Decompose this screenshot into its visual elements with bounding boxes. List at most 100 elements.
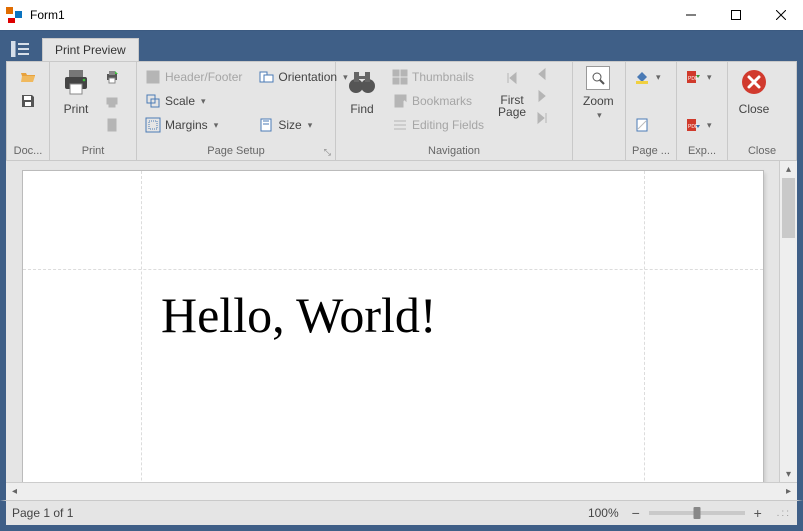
document-text: Hello, World! <box>161 286 437 344</box>
ribbon-tabstrip: Print Preview <box>6 37 797 61</box>
page-setup-small-button <box>100 114 124 136</box>
svg-text:PDF: PDF <box>688 76 698 82</box>
scroll-down-button[interactable]: ▾ <box>780 466 797 483</box>
scale-button[interactable]: Scale▾ <box>141 90 246 112</box>
close-window-button[interactable] <box>758 1 803 30</box>
horizontal-scrollbar[interactable]: ◂ ▸ <box>6 482 797 500</box>
margin-guide <box>141 171 142 483</box>
last-page-icon <box>534 110 550 126</box>
group-label-page-setup: Page Setup⤡ <box>137 142 335 160</box>
scroll-left-button[interactable]: ◂ <box>6 483 23 500</box>
group-label-close: Close <box>728 142 796 160</box>
svg-text:PDF: PDF <box>688 124 698 130</box>
app-menu-button[interactable] <box>6 37 34 61</box>
thumbnails-button: Thumbnails <box>388 66 488 88</box>
close-label: Close <box>739 102 770 116</box>
page-color-button[interactable]: ▾ <box>630 66 665 88</box>
open-button[interactable] <box>16 66 40 88</box>
folder-open-icon <box>20 69 36 85</box>
status-bar: Page 1 of 1 100% − + .:: <box>0 500 803 531</box>
scroll-up-button[interactable]: ▴ <box>780 161 797 178</box>
margins-button[interactable]: Margins ▾ <box>141 114 246 136</box>
group-label-page-background: Page ... <box>626 142 676 160</box>
bookmarks-label: Bookmarks <box>412 94 472 108</box>
size-label: Size <box>278 118 301 132</box>
binoculars-icon <box>346 66 378 98</box>
chevron-down-icon: ▾ <box>597 110 602 121</box>
maximize-button[interactable] <box>713 1 758 30</box>
print-options-button <box>100 90 124 112</box>
zoom-slider[interactable] <box>649 511 745 515</box>
chevron-down-icon: ▾ <box>707 72 712 83</box>
print-label: Print <box>64 102 89 116</box>
group-label-document: Doc... <box>7 142 49 160</box>
dialog-launcher-icon[interactable]: ⤡ <box>324 147 331 158</box>
scale-icon <box>145 93 161 109</box>
pdf-send-icon: PDF <box>685 117 701 133</box>
margin-guide <box>23 269 763 270</box>
tab-label: Print Preview <box>55 43 126 57</box>
group-label-navigation: Navigation <box>336 142 572 160</box>
watermark-button[interactable] <box>630 114 665 136</box>
scroll-thumb[interactable] <box>782 178 795 238</box>
magnifier-icon <box>586 66 610 90</box>
margins-label: Margins <box>165 118 208 132</box>
preview-area: Hello, World! ▴ ▾ ◂ ▸ <box>0 161 803 500</box>
zoom-out-button[interactable]: − <box>627 505 645 521</box>
bookmarks-button: Bookmarks <box>388 90 488 112</box>
scroll-right-button[interactable]: ▸ <box>780 483 797 500</box>
watermark-icon <box>634 117 650 133</box>
slider-thumb[interactable] <box>693 507 700 519</box>
group-label-export: Exp... <box>677 142 727 160</box>
next-page-icon <box>534 88 550 104</box>
printer-small-icon <box>104 69 120 85</box>
close-icon <box>738 66 770 98</box>
first-page-label: First Page <box>498 94 526 118</box>
app-icon <box>6 7 22 23</box>
group-label-zoom <box>573 142 625 160</box>
thumbnails-label: Thumbnails <box>412 70 474 84</box>
tab-print-preview[interactable]: Print Preview <box>42 38 139 61</box>
save-button[interactable] <box>16 90 40 112</box>
group-label-print: Print <box>50 142 136 160</box>
editing-fields-icon <box>392 117 408 133</box>
header-footer-label: Header/Footer <box>165 70 242 84</box>
print-button[interactable]: Print <box>54 66 98 116</box>
printer-icon <box>60 66 92 98</box>
zoom-in-button[interactable]: + <box>749 505 767 521</box>
thumbnails-icon <box>392 69 408 85</box>
paint-bucket-icon <box>634 69 650 85</box>
page-indicator: Page 1 of 1 <box>12 506 73 520</box>
chevron-down-icon: ▾ <box>656 72 661 83</box>
send-pdf-button[interactable]: PDF ▾ <box>681 114 716 136</box>
zoom-level: 100% <box>588 506 619 520</box>
header-footer-button: Header/Footer <box>141 66 246 88</box>
close-preview-button[interactable]: Close <box>732 66 776 116</box>
chevron-down-icon: ▾ <box>308 120 313 131</box>
chevron-down-icon: ▾ <box>201 96 206 107</box>
size-icon <box>258 117 274 133</box>
quick-print-button[interactable] <box>100 66 124 88</box>
prev-page-icon <box>534 66 550 82</box>
floppy-icon <box>20 93 36 109</box>
export-pdf-button[interactable]: PDF ▾ <box>681 66 716 88</box>
chevron-down-icon: ▾ <box>214 120 219 131</box>
orientation-icon <box>258 69 274 85</box>
page-preview[interactable]: Hello, World! <box>23 171 763 483</box>
vertical-scrollbar[interactable]: ▴ ▾ <box>779 161 797 483</box>
page-icon <box>104 117 120 133</box>
resize-grip[interactable]: .:: <box>777 508 791 519</box>
minimize-button[interactable] <box>668 1 713 30</box>
find-button[interactable]: Find <box>340 66 384 116</box>
orientation-label: Orientation <box>278 70 337 84</box>
editing-fields-label: Editing Fields <box>412 118 484 132</box>
window-title: Form1 <box>28 8 668 22</box>
bookmarks-icon <box>392 93 408 109</box>
find-label: Find <box>350 102 373 116</box>
zoom-button[interactable]: Zoom ▾ <box>577 66 620 121</box>
first-page-icon <box>504 66 520 90</box>
title-bar: Form1 <box>0 0 803 31</box>
margin-guide <box>644 171 645 483</box>
zoom-label: Zoom <box>583 94 614 108</box>
chevron-down-icon: ▾ <box>707 120 712 131</box>
